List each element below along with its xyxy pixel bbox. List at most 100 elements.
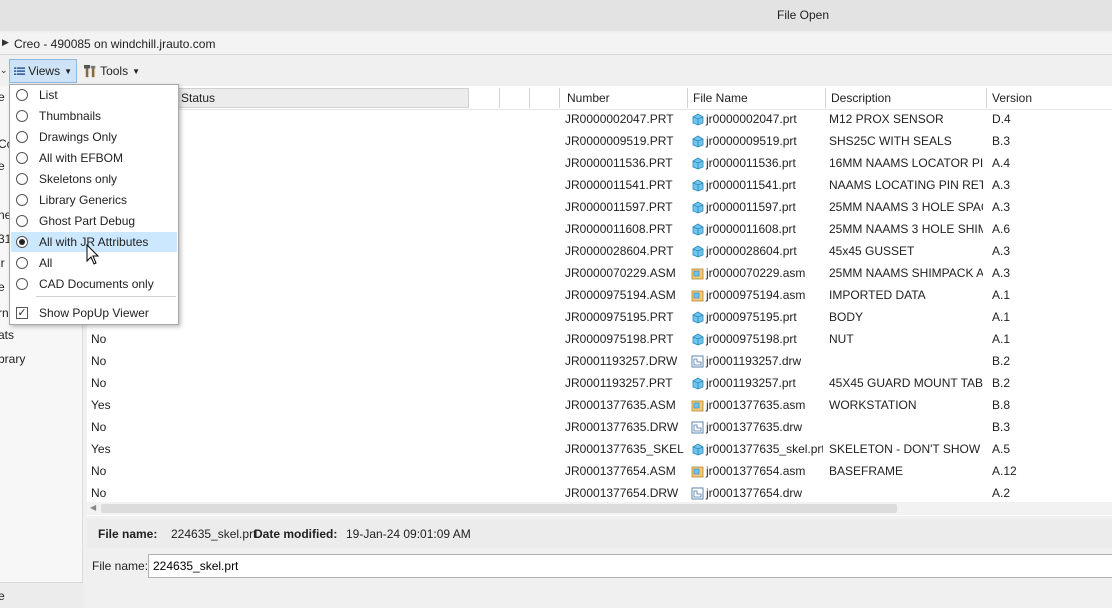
table-row[interactable]: JR0000975194.ASM jr0000975194.asm IMPORTED…	[87, 284, 1112, 306]
cell-number: JR0000975195.PRT	[565, 310, 674, 324]
column-divider[interactable]	[825, 88, 826, 108]
file-name-text: jr0000011541.prt	[706, 178, 796, 192]
nav-bottom-label[interactable]: e	[0, 589, 5, 603]
menu-item-skeletons-only[interactable]: Skeletons only	[11, 169, 177, 189]
cell-number: JR0000028604.PRT	[565, 244, 674, 258]
radio-unselected-icon[interactable]	[16, 194, 28, 206]
chevron-right-icon[interactable]: ▶	[2, 37, 9, 48]
scroll-left-icon[interactable]: ◀	[90, 503, 96, 512]
table-row[interactable]: No JR0001377635.DRW jr0001377635.drw B.3	[87, 416, 1112, 438]
table-row[interactable]: JR0000011608.PRT jr0000011608.prt 25MM NAA…	[87, 218, 1112, 240]
nav-item[interactable]: ats	[0, 328, 14, 342]
menu-item-show-popup-viewer[interactable]: ✓ Show PopUp Viewer	[11, 303, 177, 323]
drawing-file-icon	[691, 421, 704, 433]
cell-version: A.1	[992, 288, 1011, 302]
table-row[interactable]: Yes JR0001377635_SKEL jr0001377635_skel.pr…	[87, 438, 1112, 460]
table-row[interactable]: No JR0001377654.ASM jr0001377654.asm BASEFR…	[87, 460, 1112, 482]
horizontal-scrollbar[interactable]: ◀	[87, 502, 1112, 515]
radio-unselected-icon[interactable]	[16, 215, 28, 227]
menu-item-ghost-part-debug[interactable]: Ghost Part Debug	[11, 211, 177, 231]
part-file-icon	[692, 135, 704, 147]
cell-number: JR0000975194.ASM	[565, 288, 676, 302]
column-header-number[interactable]: Number	[567, 91, 610, 105]
nav-item[interactable]: e	[0, 159, 5, 173]
column-divider[interactable]	[687, 88, 688, 108]
radio-unselected-icon[interactable]	[16, 257, 28, 269]
file-name-text: jr0000002047.prt	[706, 112, 797, 126]
radio-unselected-icon[interactable]	[16, 173, 28, 185]
table-row[interactable]: JR0000002047.PRT jr0000002047.prt M12 PROX…	[87, 108, 1112, 130]
table-row[interactable]: JR0000011541.PRT jr0000011541.prt NAAMS LO…	[87, 174, 1112, 196]
assembly-file-icon	[691, 268, 704, 279]
menu-item-all-with-efbom[interactable]: All with EFBOM	[11, 148, 177, 168]
cell-number: JR0000002047.PRT	[565, 112, 674, 126]
nav-item[interactable]: e	[0, 90, 5, 104]
menu-item-label: All with EFBOM	[39, 151, 124, 165]
table-row[interactable]: No JR0000975198.PRT jr0000975198.prt NUT A.1	[87, 328, 1112, 350]
cell-number: JR0001377654.ASM	[565, 464, 676, 478]
menu-item-list[interactable]: List	[11, 85, 177, 105]
table-row[interactable]: Yes JR0001377635.ASM jr0001377635.asm WORKS…	[87, 394, 1112, 416]
tools-icon	[84, 64, 96, 77]
table-row[interactable]: No JR0001193257.DRW jr0001193257.drw B.2	[87, 350, 1112, 372]
nav-item[interactable]: brary	[0, 352, 25, 366]
column-divider[interactable]	[499, 88, 500, 108]
cell-number: JR0000011597.PRT	[565, 200, 673, 214]
nav-bottom: e	[0, 582, 83, 608]
table-row[interactable]: No JR0001193257.PRT jr0001193257.prt 45X45 …	[87, 372, 1112, 394]
radio-selected-icon[interactable]	[16, 236, 28, 248]
menu-item-library-generics[interactable]: Library Generics	[11, 190, 177, 210]
column-divider[interactable]	[986, 88, 987, 108]
scrollbar-thumb[interactable]	[101, 504, 897, 513]
menu-item-label: List	[39, 88, 58, 102]
menu-item-thumbnails[interactable]: Thumbnails	[11, 106, 177, 126]
file-list[interactable]: Status Number File Name Description Vers…	[87, 86, 1112, 516]
column-header-version[interactable]: Version	[992, 91, 1032, 105]
nav-item[interactable]: e	[0, 280, 5, 294]
cell-file-name: jr0000011608.prt	[691, 222, 823, 236]
menu-item-cad-documents-only[interactable]: CAD Documents only	[11, 274, 177, 294]
cell-file-name: jr0001193257.drw	[691, 354, 823, 368]
file-name-text: jr0000009519.prt	[706, 134, 797, 148]
menu-item-drawings-only[interactable]: Drawings Only	[11, 127, 177, 147]
info-date-modified: 19-Jan-24 09:01:09 AM	[346, 527, 471, 541]
column-header-status[interactable]: Status	[177, 88, 469, 108]
column-divider[interactable]	[529, 88, 530, 108]
cell-version: A.12	[992, 464, 1017, 478]
table-row[interactable]: JR0000028604.PRT jr0000028604.prt 45x45 GU…	[87, 240, 1112, 262]
cell-version: A.2	[992, 486, 1011, 500]
table-row[interactable]: JR0000009519.PRT jr0000009519.prt SHS25C W…	[87, 130, 1112, 152]
checkbox-checked-icon[interactable]: ✓	[16, 307, 28, 319]
table-row[interactable]: JR0000011536.PRT jr0000011536.prt 16MM NAA…	[87, 152, 1112, 174]
radio-unselected-icon[interactable]	[16, 152, 28, 164]
cell-number: JR0001377635.DRW	[565, 420, 679, 434]
table-row[interactable]: JR0000070229.ASM jr0000070229.asm 25MM NAA…	[87, 262, 1112, 284]
tools-button[interactable]: Tools ▼	[80, 59, 144, 83]
chevron-down-icon[interactable]: ⌄	[0, 65, 8, 76]
cell-file-name: jr0001193257.prt	[691, 376, 823, 390]
column-header-description[interactable]: Description	[831, 91, 891, 105]
radio-unselected-icon[interactable]	[16, 278, 28, 290]
file-name-input[interactable]	[148, 554, 1112, 578]
nav-item[interactable]: rn	[0, 306, 9, 320]
table-row[interactable]: JR0000975195.PRT jr0000975195.prt BODY A.1	[87, 306, 1112, 328]
radio-unselected-icon[interactable]	[16, 89, 28, 101]
address-bar[interactable]: ▶ Creo - 490085 on windchill.jrauto.com	[0, 33, 1112, 55]
table-row[interactable]: No JR0001377654.DRW jr0001377654.drw A.2	[87, 482, 1112, 504]
part-file-icon	[692, 311, 704, 323]
file-name-text: jr0000011536.prt	[706, 156, 796, 170]
cell-file-name: jr0001377635.drw	[691, 420, 823, 434]
table-row[interactable]: JR0000011597.PRT jr0000011597.prt 25MM NAA…	[87, 196, 1112, 218]
cell-number: JR0001377635_SKEL	[565, 442, 684, 456]
radio-unselected-icon[interactable]	[16, 131, 28, 143]
radio-unselected-icon[interactable]	[16, 110, 28, 122]
column-header-file-name[interactable]: File Name	[693, 91, 748, 105]
menu-item-label: Skeletons only	[39, 172, 118, 186]
part-file-icon	[692, 223, 704, 235]
nav-item[interactable]: ir	[0, 256, 5, 270]
views-button[interactable]: Views ▼	[9, 59, 77, 83]
cell-file-name: jr0000009519.prt	[691, 134, 823, 148]
file-name-text: jr0000028604.prt	[706, 244, 797, 258]
file-name-row: File name:	[87, 552, 1112, 580]
address-path[interactable]: Creo - 490085 on windchill.jrauto.com	[14, 37, 215, 51]
